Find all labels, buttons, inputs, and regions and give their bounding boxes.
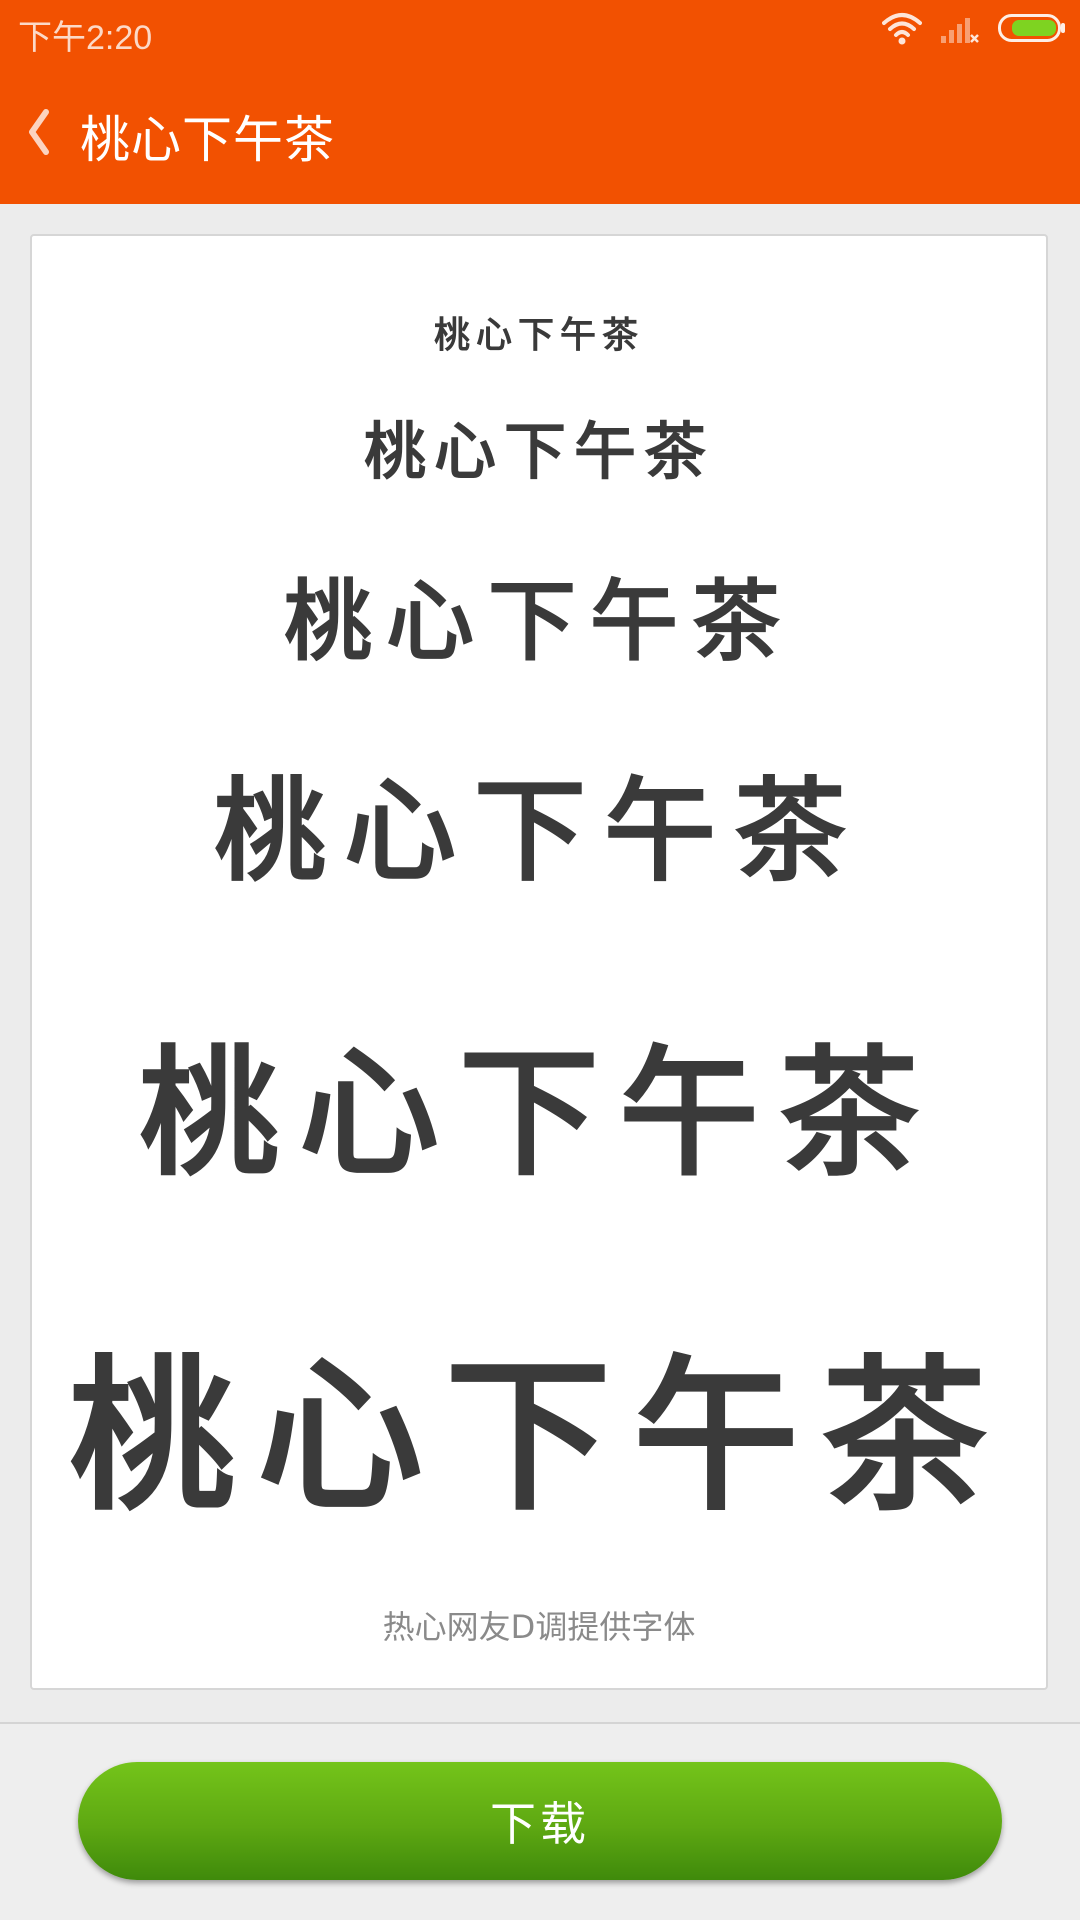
top-bar: 下午2:20 桃心下午茶: [0, 0, 1080, 204]
status-bar: 下午2:20: [0, 0, 1080, 60]
font-sample-5: 桃心下午茶: [138, 1032, 939, 1196]
font-preview-card: 桃心下午茶 桃心下午茶 桃心下午茶 桃心下午茶 桃心下午茶 桃心下午茶 热心网友…: [30, 234, 1048, 1690]
chevron-left-icon: [29, 109, 49, 155]
font-sample-6: 桃心下午茶: [69, 1339, 1009, 1534]
font-sample-4: 桃心下午茶: [214, 766, 864, 897]
font-sample-2: 桃心下午茶: [363, 415, 714, 488]
back-button[interactable]: [22, 104, 54, 160]
font-detail-screen: 下午2:20 桃心下午茶 桃心下午茶 桃心下午茶 桃心下午茶 桃心下午茶 桃心下…: [0, 0, 1080, 1920]
status-time: 下午2:20: [18, 19, 153, 57]
page-title: 桃心下午茶: [80, 111, 335, 169]
font-sample-1: 桃心下午茶: [433, 314, 644, 356]
download-button[interactable]: 下载: [78, 1762, 1002, 1880]
battery-icon: [998, 13, 1066, 47]
signal-icon: [940, 12, 980, 48]
wifi-icon: [882, 11, 922, 49]
font-sample-3: 桃心下午茶: [283, 569, 794, 673]
status-icons: [882, 12, 1066, 48]
font-credit: 热心网友D调提供字体: [382, 1608, 696, 1646]
title-bar: 桃心下午茶: [0, 60, 1080, 204]
